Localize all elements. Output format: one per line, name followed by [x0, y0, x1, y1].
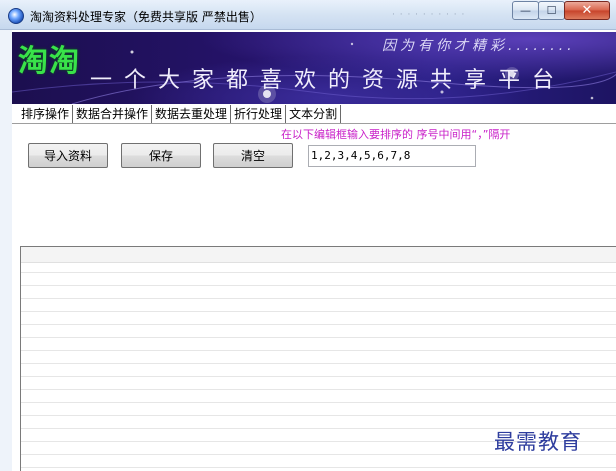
tab-text-split[interactable]: 文本分割: [286, 105, 342, 123]
window-title: 淘淘资料处理专家（免费共享版 严禁出售）: [30, 10, 262, 24]
window-left-edge: [0, 30, 12, 471]
clear-button[interactable]: 清空: [213, 143, 293, 168]
title-bar[interactable]: 淘淘资料处理专家（免费共享版 严禁出售） · · · · · · · · · ·…: [0, 0, 616, 30]
window-controls: — ☐ ✕: [512, 1, 610, 20]
minimize-button[interactable]: —: [512, 1, 539, 20]
banner: 淘淘 因为有你才精彩........ 一个大家都喜欢的资源共享平台: [12, 32, 616, 104]
maximize-button[interactable]: ☐: [538, 1, 565, 20]
banner-logo: 淘淘: [18, 44, 80, 79]
tab-dedupe[interactable]: 数据去重处理: [152, 105, 232, 123]
save-button[interactable]: 保存: [121, 143, 201, 168]
close-icon: ✕: [581, 3, 593, 18]
tab-sort[interactable]: 排序操作: [18, 105, 74, 123]
banner-tagline: 因为有你才精彩........: [382, 38, 576, 54]
import-button[interactable]: 导入资料: [28, 143, 108, 168]
watermark: 最需教育: [494, 430, 582, 454]
close-button[interactable]: ✕: [564, 1, 610, 20]
editor-header-strip: [21, 247, 616, 263]
banner-slogan: 一个大家都喜欢的资源共享平台: [90, 68, 567, 93]
minimize-icon: —: [520, 4, 531, 17]
app-icon: [8, 8, 24, 24]
sequence-input[interactable]: 1,2,3,4,5,6,7,8: [308, 145, 476, 167]
maximize-icon: ☐: [546, 4, 557, 17]
tab-divider: [12, 123, 616, 124]
sort-hint: 在以下编辑框输入要排序的 序号中间用“，”隔开: [281, 128, 511, 141]
tab-strip: 排序操作 数据合并操作 数据去重处理 折行处理 文本分割: [18, 105, 342, 123]
tab-line-wrap[interactable]: 折行处理: [231, 105, 287, 123]
tab-merge[interactable]: 数据合并操作: [73, 105, 153, 123]
title-bar-ghost-text: · · · · · · · · · ·: [392, 10, 466, 20]
